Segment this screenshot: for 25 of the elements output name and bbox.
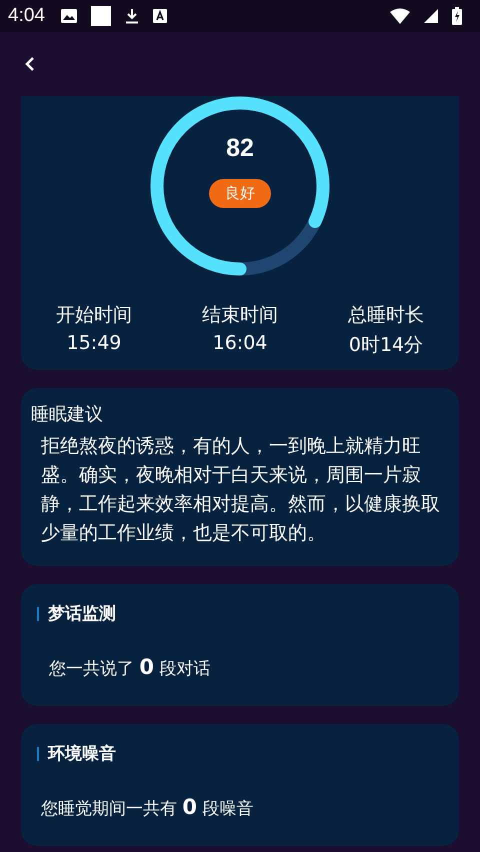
stat-label: 结束时间 bbox=[202, 303, 278, 328]
stat-label: 开始时间 bbox=[56, 303, 132, 328]
stat-value: 15:49 bbox=[66, 332, 122, 354]
accent-bar bbox=[37, 606, 39, 620]
stat-value: 16:04 bbox=[212, 332, 268, 354]
font-icon bbox=[152, 9, 167, 23]
download-icon bbox=[124, 8, 139, 24]
advice-text: 拒绝熬夜的诱惑，有的人，一到晚上就精力旺盛。确实，夜晚相对于白天来说，周围一片寂静，工作起来效率相对提高。然而，以健康换取少量的工作业绩，也是不可取的。 bbox=[41, 434, 441, 546]
accent-bar bbox=[37, 746, 39, 760]
section-text: 您一共说了 0 段对话 bbox=[48, 655, 210, 680]
stat-value: 0时14分 bbox=[348, 333, 424, 358]
signal-icon bbox=[424, 9, 438, 23]
stat-label: 总睡时长 bbox=[348, 303, 424, 328]
image-icon bbox=[60, 9, 77, 23]
battery-icon bbox=[452, 7, 462, 25]
status-time: 4:04 bbox=[8, 5, 45, 27]
rating-badge: 良好 bbox=[209, 179, 271, 208]
section-title: 环境噪音 bbox=[48, 743, 116, 765]
advice-title: 睡眠建议 bbox=[31, 403, 103, 426]
square-icon bbox=[90, 6, 111, 26]
section-title: 梦话监测 bbox=[48, 603, 116, 625]
score-value: 82 bbox=[226, 134, 254, 163]
section-text: 您睡觉期间一共有 0 段噪音 bbox=[40, 795, 254, 820]
wifi-icon bbox=[390, 8, 410, 24]
back-icon bbox=[24, 55, 36, 73]
